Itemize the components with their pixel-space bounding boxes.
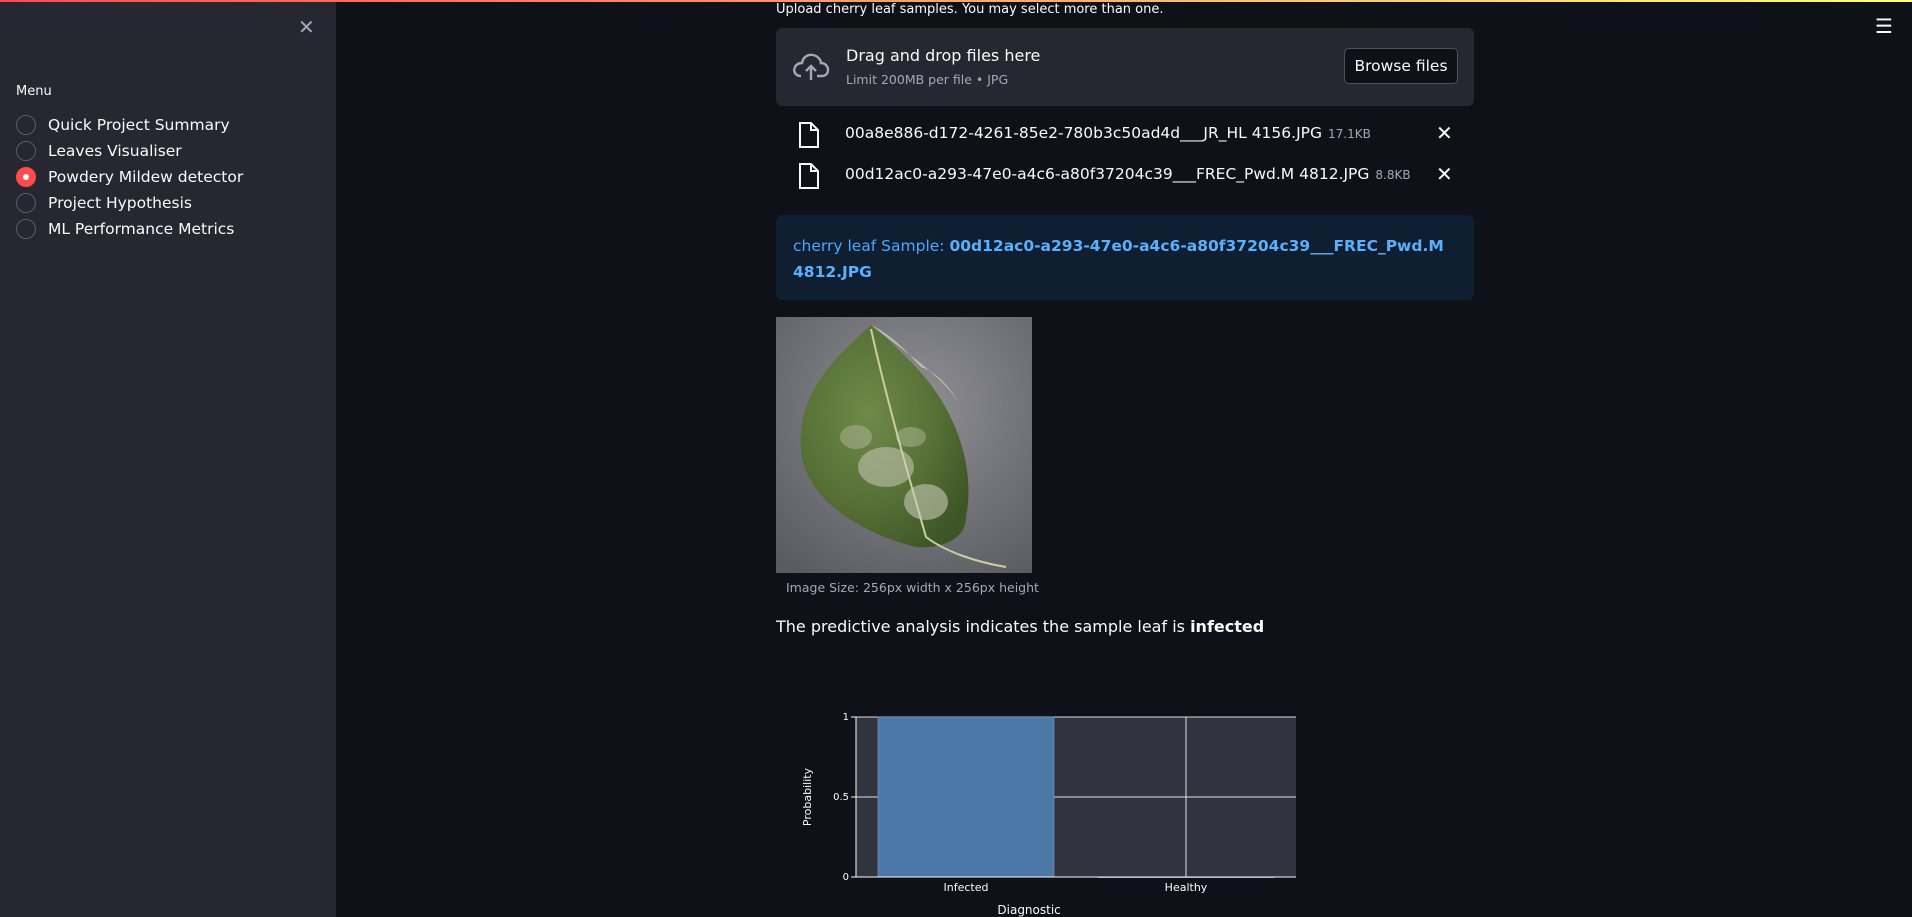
y-tick-label: 0.5 [833, 792, 849, 803]
dropzone-title: Drag and drop files here [846, 46, 1041, 65]
sample-info-box: cherry leaf Sample: 00d12ac0-a293-47e0-a… [776, 215, 1474, 300]
x-axis-title: Diagnostic [997, 903, 1060, 917]
radio-unselected-icon[interactable] [16, 115, 36, 135]
x-tick-label: Infected [944, 881, 989, 894]
sample-prefix: cherry leaf Sample: [793, 237, 950, 255]
radio-unselected-icon[interactable] [16, 219, 36, 239]
file-dropzone[interactable]: Drag and drop files here Limit 200MB per… [776, 28, 1474, 106]
menu-item[interactable]: Project Hypothesis [16, 190, 243, 216]
x-tick-label: Healthy [1165, 881, 1208, 894]
hamburger-menu-icon[interactable]: ☰ [1875, 16, 1893, 36]
radio-selected-icon[interactable] [16, 167, 36, 187]
radio-unselected-icon[interactable] [16, 141, 36, 161]
y-tick-label: 0 [843, 872, 849, 883]
remove-file-icon[interactable]: ✕ [1436, 163, 1453, 185]
cloud-upload-icon [793, 53, 830, 80]
menu-item[interactable]: ML Performance Metrics [16, 216, 243, 242]
bar-infected [877, 716, 1055, 878]
dropzone-limit-text: Limit 200MB per file • JPG [846, 72, 1009, 87]
uploaded-file-row: 00d12ac0-a293-47e0-a4c6-a80f37204c39___F… [776, 157, 1474, 193]
menu-item-label: Project Hypothesis [48, 194, 193, 212]
menu-item-label: Leaves Visualiser [48, 142, 182, 160]
menu-label: Menu [16, 84, 52, 99]
prediction-prefix: The predictive analysis indicates the sa… [776, 617, 1191, 636]
menu-item[interactable]: Powdery Mildew detector [16, 164, 243, 190]
file-size: 17.1KB [1328, 127, 1371, 141]
prediction-text: The predictive analysis indicates the sa… [776, 617, 1264, 636]
file-icon [799, 122, 819, 148]
file-name: 00d12ac0-a293-47e0-a4c6-a80f37204c39___F… [845, 165, 1370, 183]
file-icon [799, 163, 819, 189]
menu-radio-group: Quick Project Summary Leaves Visualiser Po… [16, 112, 243, 242]
uploader-label: Upload cherry leaf samples. You may sele… [776, 2, 1164, 17]
probability-bar-chart: Infected Healthy 0 0.5 1 Probability Diagnosti… [801, 712, 1296, 917]
y-tick-label: 1 [843, 712, 849, 723]
file-name: 00a8e886-d172-4261-85e2-780b3c50ad4d___J… [845, 124, 1322, 142]
sidebar: ✕ Menu Quick Project Summary Leaves Visua… [0, 2, 336, 917]
browse-files-button[interactable]: Browse files [1344, 48, 1458, 84]
radio-unselected-icon[interactable] [16, 193, 36, 213]
menu-item-label: ML Performance Metrics [48, 220, 235, 238]
y-axis-title: Probability [801, 767, 814, 826]
close-sidebar-icon[interactable]: ✕ [298, 16, 315, 38]
file-size: 8.8KB [1375, 168, 1411, 182]
image-caption: Image Size: 256px width x 256px height [786, 580, 1039, 595]
menu-item-label: Powdery Mildew detector [48, 168, 244, 186]
remove-file-icon[interactable]: ✕ [1436, 122, 1453, 144]
prediction-value: infected [1190, 617, 1265, 636]
leaf-sample-image [776, 317, 1032, 573]
menu-item[interactable]: Leaves Visualiser [16, 138, 243, 164]
menu-item-label: Quick Project Summary [48, 116, 230, 134]
uploaded-file-row: 00a8e886-d172-4261-85e2-780b3c50ad4d___J… [776, 116, 1474, 152]
menu-item[interactable]: Quick Project Summary [16, 112, 243, 138]
